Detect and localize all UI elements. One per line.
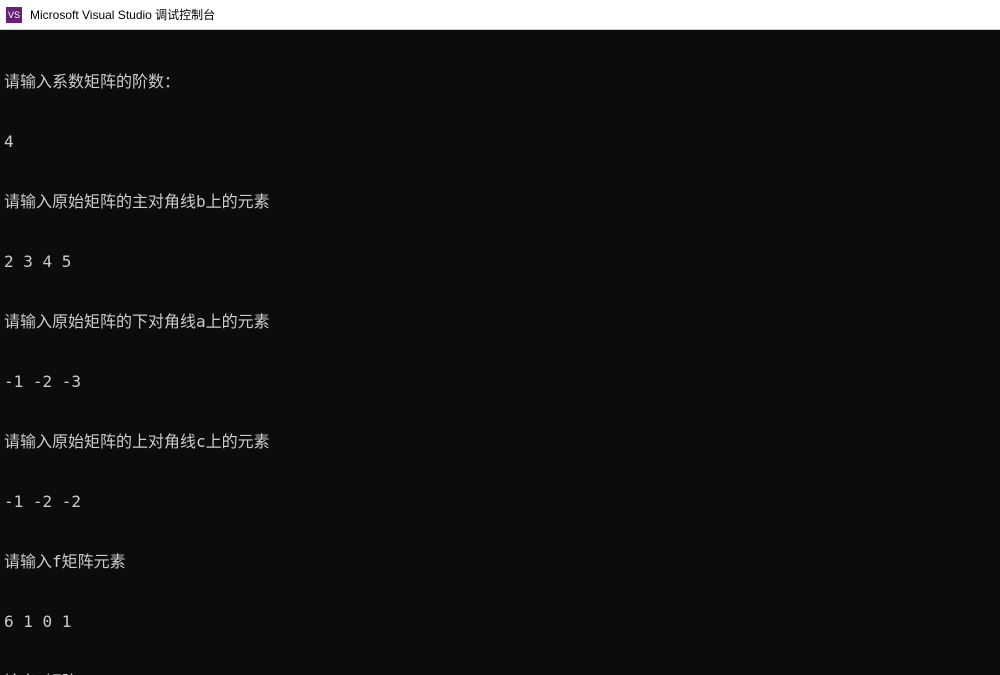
console-line: 2 3 4 5 [4,252,996,272]
console-line: -1 -2 -2 [4,492,996,512]
window-title: Microsoft Visual Studio 调试控制台 [30,6,215,23]
console-line: 请输入原始矩阵的主对角线b上的元素 [4,192,996,212]
console-line: 6 1 0 1 [4,612,996,632]
console-line: 请输入系数矩阵的阶数： [4,72,996,92]
console-output[interactable]: 请输入系数矩阵的阶数： 4 请输入原始矩阵的主对角线b上的元素 2 3 4 5 … [0,30,1000,675]
console-line: 请输入原始矩阵的上对角线c上的元素 [4,432,996,452]
vs-icon-label: VS [8,10,20,20]
console-line: 请输入原始矩阵的下对角线a上的元素 [4,312,996,332]
title-bar[interactable]: VS Microsoft Visual Studio 调试控制台 [0,0,1000,30]
vs-icon: VS [6,7,22,23]
console-line: 请输入f矩阵元素 [4,552,996,572]
console-line: -1 -2 -3 [4,372,996,392]
console-line: 4 [4,132,996,152]
